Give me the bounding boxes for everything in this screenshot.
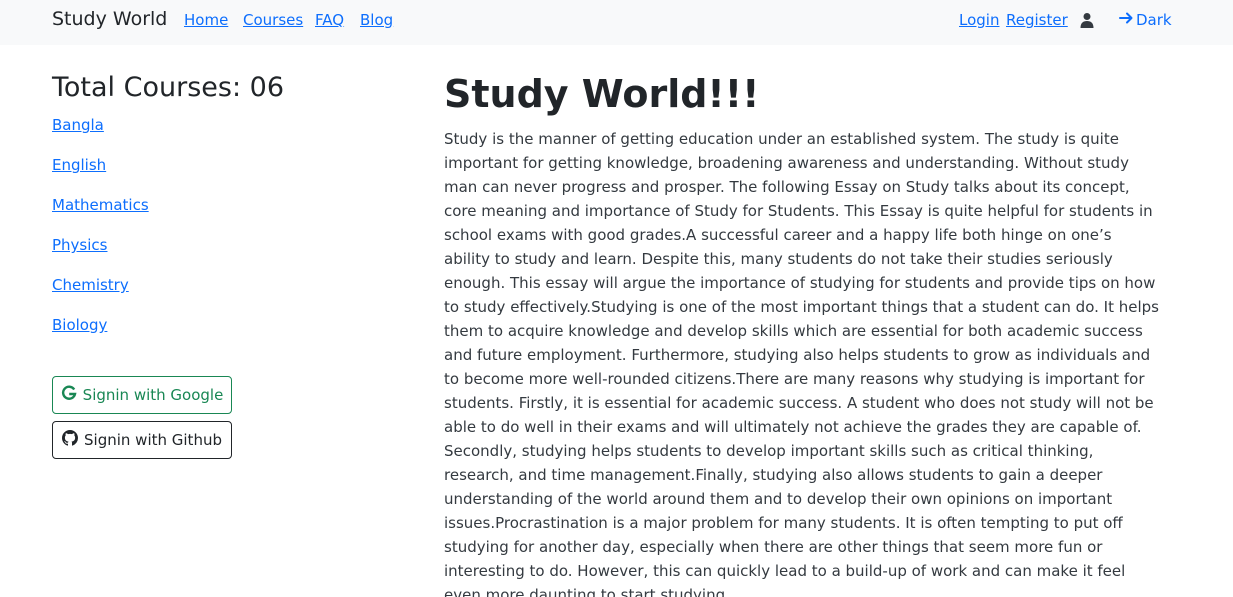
signin-github-label: Signin with Github: [84, 431, 222, 449]
signin-google-label: Signin with Google: [82, 386, 224, 404]
nav-link-faq[interactable]: FAQ: [315, 11, 344, 29]
course-link-physics[interactable]: Physics: [52, 236, 107, 254]
nav-link-courses[interactable]: Courses: [243, 11, 303, 29]
course-link-mathematics[interactable]: Mathematics: [52, 196, 149, 214]
arrow-right-icon: [1118, 10, 1134, 30]
google-icon: [61, 385, 77, 405]
theme-toggle[interactable]: Dark: [1118, 10, 1172, 30]
register-link[interactable]: Register: [1006, 11, 1068, 29]
course-link-chemistry[interactable]: Chemistry: [52, 276, 129, 294]
nav-link-blog[interactable]: Blog: [360, 11, 393, 29]
navbar: Study World Home Courses FAQ Blog Login …: [0, 0, 1233, 45]
total-courses-heading: Total Courses: 06: [52, 72, 285, 103]
github-icon: [62, 430, 79, 450]
brand-title[interactable]: Study World: [52, 8, 167, 30]
nav-link-home[interactable]: Home: [184, 11, 228, 29]
page-title: Study World!!!: [444, 72, 760, 116]
course-link-bangla[interactable]: Bangla: [52, 116, 104, 134]
user-icon[interactable]: [1079, 12, 1095, 28]
signin-github-button[interactable]: Signin with Github: [52, 421, 232, 459]
signin-google-button[interactable]: Signin with Google: [52, 376, 232, 414]
essay-text: Study is the manner of getting education…: [444, 130, 1159, 597]
theme-toggle-label: Dark: [1136, 11, 1172, 29]
course-link-biology[interactable]: Biology: [52, 316, 107, 334]
login-link[interactable]: Login: [959, 11, 999, 29]
course-link-english[interactable]: English: [52, 156, 106, 174]
